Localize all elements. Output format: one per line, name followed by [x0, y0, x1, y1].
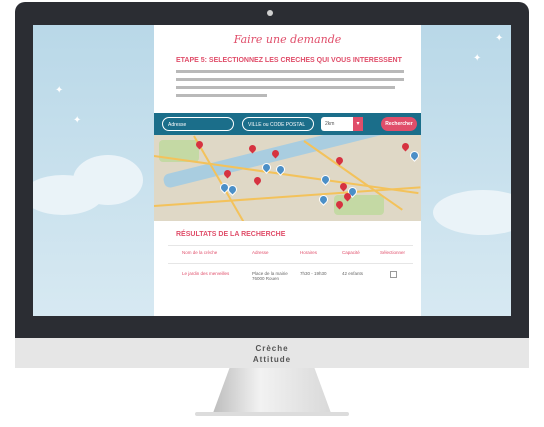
brand-line-1: Crèche	[255, 344, 289, 353]
page-title: Faire une demande	[233, 33, 342, 46]
screen: ✦ ✦ ✦ ✦ Faire une demande ETAPE 5: SELEC…	[33, 25, 511, 316]
divider	[168, 245, 413, 246]
map[interactable]	[154, 135, 421, 221]
brand-line-2: Attitude	[252, 355, 292, 364]
creche-hours: 7h30 - 19h30	[300, 271, 327, 276]
column-header: Adresse	[252, 250, 269, 255]
monitor-stand	[213, 368, 331, 413]
bird-icon: ✦	[73, 115, 82, 126]
divider	[168, 263, 413, 264]
monitor-bezel: ✦ ✦ ✦ ✦ Faire une demande ETAPE 5: SELEC…	[15, 2, 529, 338]
bird-icon: ✦	[495, 33, 504, 44]
map-pin-icon[interactable]	[319, 173, 332, 186]
map-pin-icon[interactable]	[408, 149, 421, 162]
camera-icon	[267, 10, 273, 16]
step-heading: ETAPE 5: SELECTIONNEZ LES CRECHES QUI VO…	[176, 57, 402, 64]
chevron-down-icon[interactable]: ▾	[353, 117, 363, 131]
brand-logo: Crèche Attitude	[0, 343, 544, 365]
results-heading: RÉSULTATS DE LA RECHERCHE	[176, 231, 286, 238]
distance-select[interactable]: 2km ▾	[321, 117, 363, 131]
intro-paragraph	[176, 70, 404, 100]
form-page: Faire une demande ETAPE 5: SELECTIONNEZ …	[154, 25, 421, 316]
distance-value: 2km	[325, 121, 335, 127]
column-header: Sélectionner	[380, 250, 406, 255]
city-input[interactable]: VILLE ou CODE POSTAL	[242, 117, 314, 131]
cloud-left-2	[73, 155, 143, 205]
address-input[interactable]: Adresse	[162, 117, 234, 131]
select-checkbox[interactable]	[390, 271, 397, 278]
monitor-base	[195, 412, 349, 416]
bird-icon: ✦	[55, 85, 64, 96]
creche-capacity: 42 enfants	[342, 271, 364, 276]
map-pin-icon[interactable]	[252, 175, 263, 186]
map-pin-icon[interactable]	[400, 141, 411, 152]
bird-icon: ✦	[473, 53, 482, 64]
column-header: Horaires	[300, 250, 318, 255]
column-header: Nom de la crèche	[182, 250, 218, 255]
creche-name-link[interactable]: Le jardin des merveilles	[182, 271, 248, 276]
search-bar: Adresse VILLE ou CODE POSTAL 2km ▾ Reche…	[154, 113, 421, 135]
creche-address: Place de la mairie 76000 Rouen	[252, 271, 288, 281]
search-button[interactable]: Rechercher	[381, 117, 417, 131]
column-header: Capacité	[342, 250, 360, 255]
